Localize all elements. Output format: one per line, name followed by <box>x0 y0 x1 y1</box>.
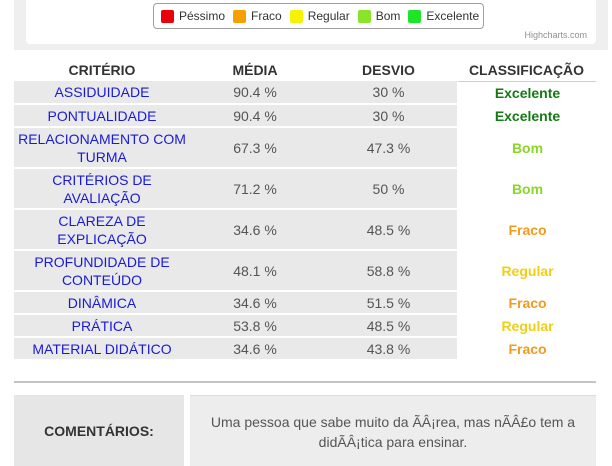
comments-text: Uma pessoa que sabe muito da ÃÂ¡rea, mas… <box>190 395 596 466</box>
chart-legend: Péssimo Fraco Regular Bom Excelente <box>153 3 485 29</box>
criterio-cell: PONTUALIDADE <box>14 105 190 128</box>
criterio-cell: CLAREZA DE EXPLICAÇÃO <box>14 210 190 251</box>
table-header-row: CRITÉRIO MÉDIA DESVIO CLASSIFICAÇÃO <box>14 59 596 81</box>
classificacao-cell: Regular <box>457 251 596 292</box>
table-row: CRITÉRIOS DE AVALIAÇÃO 71.2 % 50 % Bom <box>14 169 596 210</box>
table-row: RELACIONAMENTO COM TURMA 67.3 % 47.3 % B… <box>14 128 596 169</box>
classificacao-cell: Fraco <box>457 338 596 361</box>
classificacao-cell: Bom <box>457 169 596 210</box>
legend-label: Péssimo <box>179 9 226 23</box>
criterio-cell: ASSIDUIDADE <box>14 81 190 105</box>
header-criterio: CRITÉRIO <box>14 59 190 81</box>
classificacao-cell: Bom <box>457 128 596 169</box>
chart-container: Péssimo Fraco Regular Bom Excelente High… <box>14 0 608 50</box>
legend-item-bom[interactable]: Bom <box>357 9 401 23</box>
media-cell: 34.6 % <box>190 338 320 361</box>
media-cell: 90.4 % <box>190 81 320 105</box>
legend-label: Regular <box>307 9 350 23</box>
desvio-cell: 30 % <box>320 105 457 128</box>
classificacao-cell: Excelente <box>457 105 596 128</box>
media-cell: 90.4 % <box>190 105 320 128</box>
comments-label: COMENTÁRIOS: <box>14 395 184 466</box>
comments-section: COMENTÁRIOS: Uma pessoa que sabe muito d… <box>14 395 596 466</box>
desvio-cell: 50 % <box>320 169 457 210</box>
legend-item-fraco[interactable]: Fraco <box>233 9 282 23</box>
criterio-cell: DINÂMICA <box>14 292 190 315</box>
legend-swatch <box>357 9 371 23</box>
media-cell: 34.6 % <box>190 292 320 315</box>
table-row: MATERIAL DIDÁTICO 34.6 % 43.8 % Fraco <box>14 338 596 361</box>
legend-swatch <box>233 9 247 23</box>
legend-label: Fraco <box>251 9 282 23</box>
header-desvio: DESVIO <box>320 59 457 81</box>
desvio-cell: 58.8 % <box>320 251 457 292</box>
media-cell: 48.1 % <box>190 251 320 292</box>
media-cell: 71.2 % <box>190 169 320 210</box>
desvio-cell: 48.5 % <box>320 210 457 251</box>
legend-swatch <box>289 9 303 23</box>
legend-label: Excelente <box>426 9 480 23</box>
header-media: MÉDIA <box>190 59 320 81</box>
criterio-cell: MATERIAL DIDÁTICO <box>14 338 190 361</box>
classificacao-cell: Excelente <box>457 81 596 105</box>
media-cell: 53.8 % <box>190 315 320 338</box>
legend-label: Bom <box>375 9 401 23</box>
legend-swatch <box>408 9 422 23</box>
legend-swatch <box>161 9 174 23</box>
desvio-cell: 51.5 % <box>320 292 457 315</box>
classificacao-cell: Fraco <box>457 292 596 315</box>
table-row: PRÁTICA 53.8 % 48.5 % Regular <box>14 315 596 338</box>
desvio-cell: 48.5 % <box>320 315 457 338</box>
legend-item-regular[interactable]: Regular <box>289 9 350 23</box>
legend-item-pessimo[interactable]: Péssimo <box>161 9 225 23</box>
criterio-cell: CRITÉRIOS DE AVALIAÇÃO <box>14 169 190 210</box>
classificacao-cell: Regular <box>457 315 596 338</box>
media-cell: 67.3 % <box>190 128 320 169</box>
classificacao-cell: Fraco <box>457 210 596 251</box>
criterio-cell: RELACIONAMENTO COM TURMA <box>14 128 190 169</box>
header-classificacao: CLASSIFICAÇÃO <box>457 59 596 81</box>
table-row: PONTUALIDADE 90.4 % 30 % Excelente <box>14 105 596 128</box>
section-divider <box>14 381 596 383</box>
desvio-cell: 43.8 % <box>320 338 457 361</box>
legend-item-excelente[interactable]: Excelente <box>408 9 479 23</box>
table-row: DINÂMICA 34.6 % 51.5 % Fraco <box>14 292 596 315</box>
table-row: ASSIDUIDADE 90.4 % 30 % Excelente <box>14 81 596 105</box>
media-cell: 34.6 % <box>190 210 320 251</box>
criterio-cell: PROFUNDIDADE DE CONTEÚDO <box>14 251 190 292</box>
table-row: CLAREZA DE EXPLICAÇÃO 34.6 % 48.5 % Frac… <box>14 210 596 251</box>
desvio-cell: 30 % <box>320 81 457 105</box>
highcharts-credits[interactable]: Highcharts.com <box>524 30 587 40</box>
chart-plot: Péssimo Fraco Regular Bom Excelente High… <box>26 0 596 44</box>
results-table: CRITÉRIO MÉDIA DESVIO CLASSIFICAÇÃO ASSI… <box>14 59 596 361</box>
desvio-cell: 47.3 % <box>320 128 457 169</box>
criterio-cell: PRÁTICA <box>14 315 190 338</box>
table-row: PROFUNDIDADE DE CONTEÚDO 48.1 % 58.8 % R… <box>14 251 596 292</box>
